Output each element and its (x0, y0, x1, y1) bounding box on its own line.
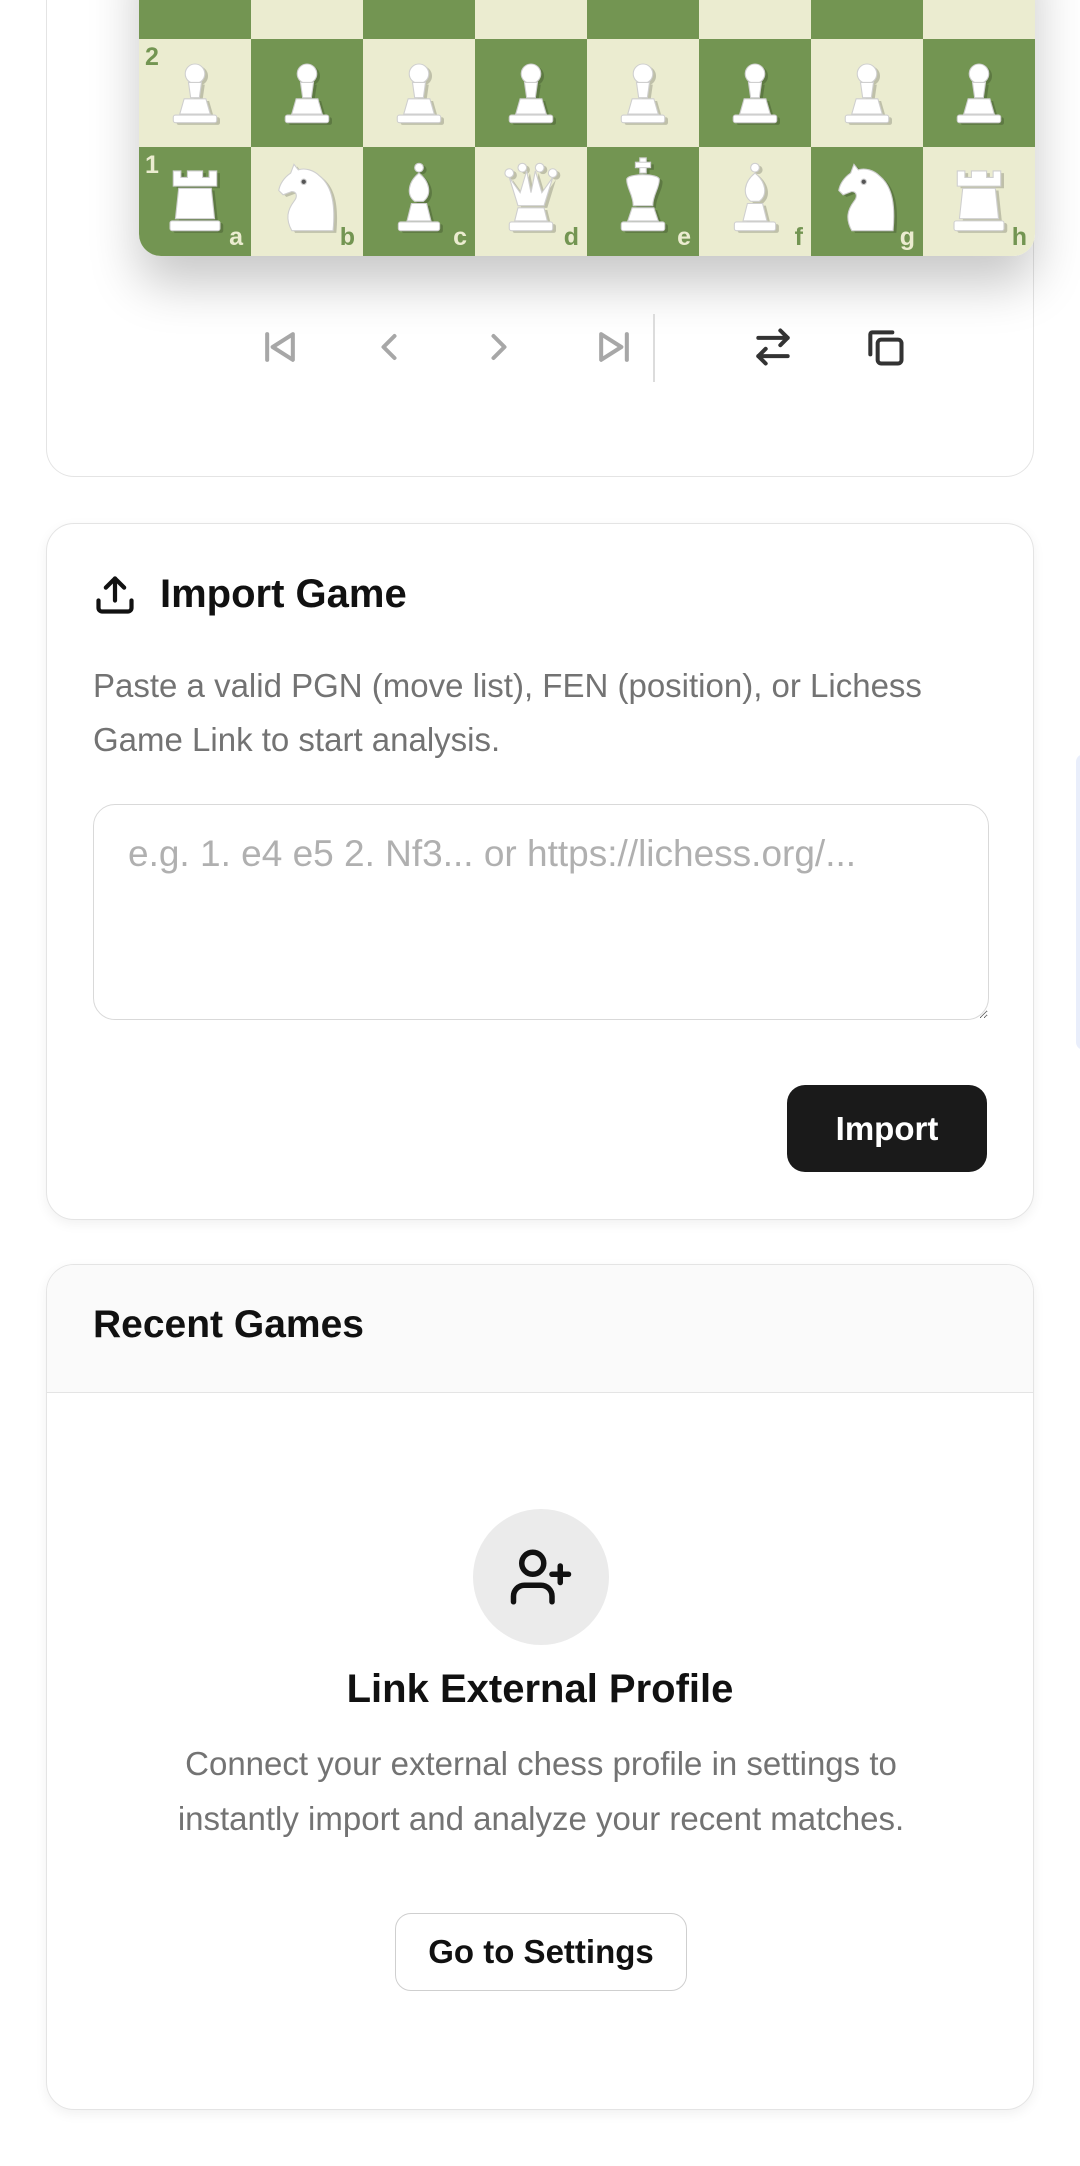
white-pawn-icon[interactable] (251, 39, 363, 148)
board-square[interactable] (811, 38, 923, 148)
white-pawn-icon[interactable] (587, 39, 699, 148)
chess-board[interactable]: 21abcdefgh (139, 0, 1035, 256)
board-square[interactable]: c (363, 147, 475, 256)
user-plus-icon (510, 1549, 572, 1605)
empty-state-description: Connect your external chess profile in s… (177, 1745, 905, 1837)
empty-state-avatar (473, 1509, 609, 1645)
recent-games-card: Recent Games Link External Profile Conne… (46, 1264, 1034, 2110)
game-import-input[interactable] (93, 804, 989, 1020)
side-drawer-handle[interactable] (1076, 754, 1080, 1050)
flip-board-button[interactable] (733, 302, 813, 392)
board-square[interactable] (251, 0, 363, 39)
previous-move-icon (381, 333, 397, 361)
white-rook-icon[interactable] (923, 147, 1035, 256)
board-card: 21abcdefgh (46, 0, 1035, 477)
first-move-icon (265, 332, 295, 362)
recent-games-title: Recent Games (93, 1303, 364, 1346)
controls-divider (653, 314, 655, 382)
import-title: Import Game (160, 572, 407, 616)
board-square[interactable] (923, 38, 1035, 148)
white-bishop-icon[interactable] (363, 147, 475, 256)
white-knight-icon[interactable] (811, 147, 923, 256)
empty-state-title: Link External Profile (346, 1667, 734, 1711)
board-square[interactable]: b (251, 147, 363, 256)
board-square[interactable] (587, 38, 699, 148)
last-move-button[interactable] (574, 302, 654, 392)
board-square[interactable] (475, 0, 587, 39)
next-move-icon (491, 333, 507, 361)
last-move-icon (599, 332, 629, 362)
white-pawn-icon[interactable] (923, 39, 1035, 148)
board-square[interactable] (139, 0, 251, 39)
board-square[interactable]: 1a (139, 147, 251, 256)
import-description: Paste a valid PGN (move list), FEN (posi… (93, 667, 922, 758)
white-rook-icon[interactable] (139, 147, 251, 256)
copy-icon (868, 330, 904, 366)
board-square[interactable] (699, 38, 811, 148)
first-move-button[interactable] (240, 302, 320, 392)
white-pawn-icon[interactable] (139, 39, 251, 148)
recent-games-header: Recent Games (47, 1265, 1033, 1393)
go-to-settings-button[interactable]: Go to Settings (395, 1913, 687, 1991)
upload-icon (96, 575, 134, 614)
board-square[interactable]: 2 (139, 38, 251, 148)
white-king-icon[interactable] (587, 147, 699, 256)
board-square[interactable] (475, 38, 587, 148)
board-square[interactable]: e (587, 147, 699, 256)
flip-board-icon (756, 328, 790, 366)
white-bishop-icon[interactable] (699, 147, 811, 256)
import-header: Import Game (93, 572, 407, 617)
white-queen-icon[interactable] (475, 147, 587, 256)
board-square[interactable] (923, 0, 1035, 39)
copy-button[interactable] (845, 302, 925, 392)
board-square[interactable] (363, 0, 475, 39)
board-square[interactable]: d (475, 147, 587, 256)
board-square[interactable]: f (699, 147, 811, 256)
board-square[interactable] (363, 38, 475, 148)
white-pawn-icon[interactable] (811, 39, 923, 148)
board-square[interactable] (587, 0, 699, 39)
next-move-button[interactable] (459, 302, 539, 392)
board-square[interactable]: h (923, 147, 1035, 256)
white-pawn-icon[interactable] (475, 39, 587, 148)
board-square[interactable] (251, 38, 363, 148)
board-controls (47, 302, 1033, 392)
previous-move-button[interactable] (349, 302, 429, 392)
board-square[interactable] (811, 0, 923, 39)
white-pawn-icon[interactable] (699, 39, 811, 148)
white-pawn-icon[interactable] (363, 39, 475, 148)
board-square[interactable]: g (811, 147, 923, 256)
board-square[interactable] (699, 0, 811, 39)
import-game-card: Import Game Paste a valid PGN (move list… (46, 523, 1034, 1220)
white-knight-icon[interactable] (251, 147, 363, 256)
import-button[interactable]: Import (787, 1085, 987, 1172)
